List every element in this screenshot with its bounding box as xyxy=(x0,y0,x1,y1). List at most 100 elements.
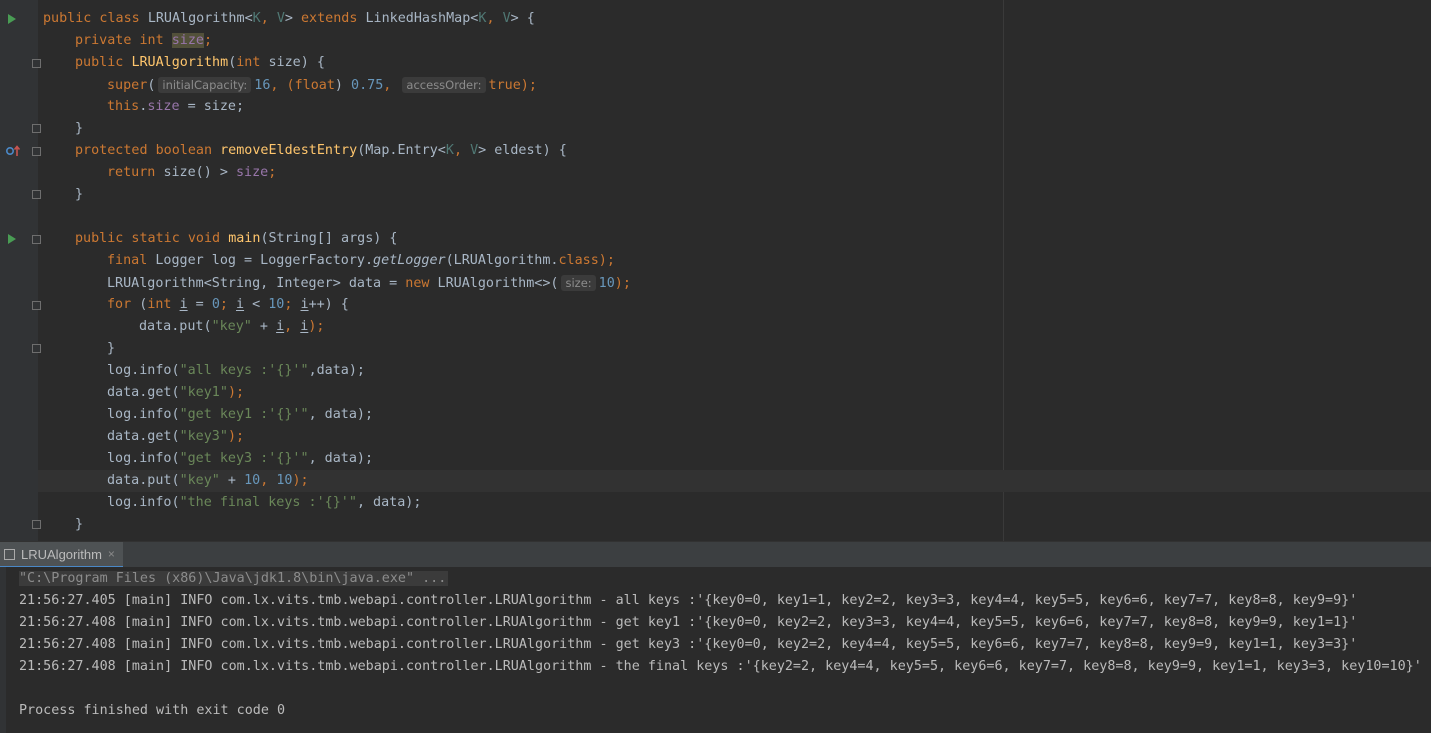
run-config-icon xyxy=(4,548,15,560)
code-token: > eldest) { xyxy=(478,143,567,158)
console-line: 21:56:27.408 [main] INFO com.lx.vits.tmb… xyxy=(19,637,1358,652)
code-string: "get key3 :'{}'" xyxy=(179,451,309,466)
code-line[interactable]: private int size; xyxy=(75,30,212,52)
fold-icon[interactable] xyxy=(32,235,41,244)
fold-icon[interactable] xyxy=(32,59,41,68)
code-token: (LRUAlgorithm. xyxy=(445,253,559,268)
close-icon[interactable]: × xyxy=(108,547,115,561)
code-editor[interactable]: public class LRUAlgorithm<K, V> extends … xyxy=(0,0,1431,541)
code-token: , xyxy=(486,11,503,26)
code-line[interactable]: log.info("the final keys :'{}'", data); xyxy=(107,492,421,514)
code-line[interactable]: log.info("all keys :'{}'",data); xyxy=(107,360,365,382)
code-keyword: private int xyxy=(75,33,172,48)
console-line: "C:\Program Files (x86)\Java\jdk1.8\bin\… xyxy=(19,568,449,590)
code-line[interactable]: return size() > size; xyxy=(107,162,276,184)
code-function: main xyxy=(228,231,261,246)
console-line: 21:56:27.405 [main] INFO com.lx.vits.tmb… xyxy=(19,593,1358,608)
code-line[interactable]: data.get("key3"); xyxy=(107,426,244,448)
code-type-param: V xyxy=(502,11,511,26)
run-class-icon[interactable] xyxy=(8,14,16,24)
code-token: , xyxy=(383,78,400,93)
fold-icon[interactable] xyxy=(32,124,41,133)
code-token: , ( xyxy=(270,78,295,93)
code-keyword: super xyxy=(107,78,148,93)
override-icon[interactable] xyxy=(5,145,23,157)
editor-gutter xyxy=(0,0,38,541)
code-token: data.put( xyxy=(107,473,180,488)
fold-icon[interactable] xyxy=(32,301,41,310)
code-token: < xyxy=(244,11,253,26)
code-token: Logger log = LoggerFactory. xyxy=(155,253,374,268)
console-line: 21:56:27.408 [main] INFO com.lx.vits.tmb… xyxy=(19,659,1422,674)
code-keyword: public xyxy=(75,55,132,70)
code-line[interactable]: for (int i = 0; i < 10; i++) { xyxy=(107,294,349,316)
code-line[interactable]: data.put("key" + 10, 10); xyxy=(107,470,309,492)
code-token: ); xyxy=(520,78,537,93)
code-line[interactable]: log.info("get key1 :'{}'", data); xyxy=(107,404,373,426)
code-line[interactable]: public LRUAlgorithm(int size) { xyxy=(75,52,325,74)
code-string: "key3" xyxy=(179,429,228,444)
code-field-highlighted: size xyxy=(171,33,204,48)
code-line[interactable]: this.size = size; xyxy=(107,96,244,118)
code-token: > xyxy=(284,11,301,26)
code-token: = size; xyxy=(179,99,245,114)
parameter-hint: initialCapacity: xyxy=(158,77,252,93)
console-gutter xyxy=(0,567,6,733)
code-static-method: getLogger xyxy=(373,253,446,268)
code-line[interactable]: } xyxy=(75,118,83,140)
code-line[interactable]: protected boolean removeEldestEntry(Map.… xyxy=(75,140,567,162)
fold-icon[interactable] xyxy=(32,520,41,529)
console-line: 21:56:27.408 [main] INFO com.lx.vits.tmb… xyxy=(19,615,1358,630)
code-field: size xyxy=(236,165,269,180)
code-keyword: extends xyxy=(301,11,366,26)
code-line[interactable]: data.put("key" + i, i); xyxy=(139,316,324,338)
code-token: > { xyxy=(510,11,535,26)
code-token: log.info( xyxy=(107,363,180,378)
code-number: 16 xyxy=(254,78,271,93)
code-string: "all keys :'{}'" xyxy=(179,363,309,378)
code-keyword: for xyxy=(107,297,140,312)
fold-icon[interactable] xyxy=(32,147,41,156)
console-line: Process finished with exit code 0 xyxy=(19,703,286,718)
code-line[interactable]: public static void main(String[] args) { xyxy=(75,228,398,250)
code-line[interactable]: super(initialCapacity: 16, (float) 0.75, … xyxy=(107,74,537,96)
code-line[interactable]: data.get("key1"); xyxy=(107,382,244,404)
code-keyword: int xyxy=(236,55,269,70)
code-token: ; xyxy=(284,297,301,312)
code-keyword: new xyxy=(405,276,438,291)
code-token: + xyxy=(251,319,277,334)
code-token: log.info( xyxy=(107,495,180,510)
run-tab[interactable]: LRUAlgorithm × xyxy=(0,542,123,568)
code-number: 10 xyxy=(598,276,615,291)
code-function: LRUAlgorithm xyxy=(131,55,229,70)
code-line[interactable]: } xyxy=(75,184,83,206)
code-token: log.info( xyxy=(107,451,180,466)
code-token: , xyxy=(260,11,277,26)
fold-icon[interactable] xyxy=(32,190,41,199)
code-line[interactable]: } xyxy=(75,514,83,536)
code-token: ; xyxy=(204,33,213,48)
code-token: , data); xyxy=(308,407,374,422)
code-token: LRUAlgorithm<String, Integer> data = xyxy=(107,276,406,291)
run-main-icon[interactable] xyxy=(8,234,16,244)
code-variable: i xyxy=(300,297,309,312)
code-function: removeEldestEntry xyxy=(220,143,358,158)
code-keyword: protected boolean xyxy=(75,143,221,158)
code-token: < xyxy=(244,297,269,312)
code-line[interactable]: LRUAlgorithm<String, Integer> data = new… xyxy=(107,272,631,294)
code-line[interactable]: final Logger log = LoggerFactory.getLogg… xyxy=(107,250,615,272)
console-output[interactable]: "C:\Program Files (x86)\Java\jdk1.8\bin\… xyxy=(0,567,1431,733)
code-line[interactable]: public class LRUAlgorithm<K, V> extends … xyxy=(43,8,535,30)
code-line[interactable]: log.info("get key3 :'{}'", data); xyxy=(107,448,373,470)
code-token: = xyxy=(187,297,212,312)
code-token: , xyxy=(260,473,277,488)
code-string: "key" xyxy=(179,473,220,488)
console-command[interactable]: "C:\Program Files (x86)\Java\jdk1.8\bin\… xyxy=(19,571,449,586)
code-token: ; xyxy=(219,297,236,312)
fold-icon[interactable] xyxy=(32,344,41,353)
code-token: ); xyxy=(227,429,245,444)
code-token: ++) { xyxy=(308,297,349,312)
code-line[interactable]: } xyxy=(107,338,115,360)
code-string: "key1" xyxy=(179,385,228,400)
code-token: LinkedHashMap< xyxy=(365,11,479,26)
